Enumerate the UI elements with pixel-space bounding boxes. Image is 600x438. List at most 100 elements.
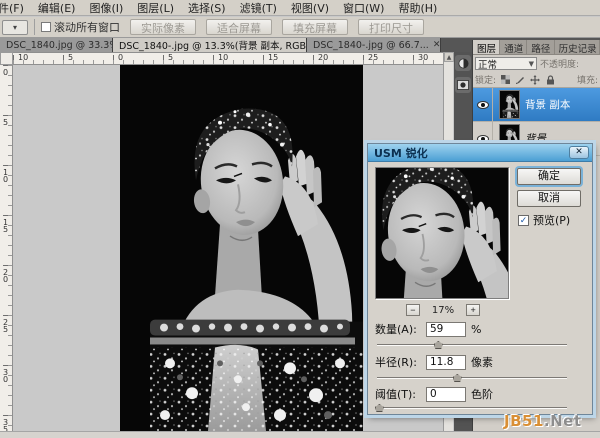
fill-screen-button[interactable]: 填充屏幕 — [282, 19, 348, 35]
fill-label: 填充: — [576, 76, 598, 86]
menu-item-file[interactable]: 件(F) — [0, 0, 31, 15]
separator — [34, 19, 35, 35]
document-photo[interactable] — [120, 65, 363, 431]
menu-item-filter[interactable]: 滤镜(T) — [233, 0, 284, 15]
slider-track — [377, 407, 567, 408]
horizontal-scrollbar[interactable] — [0, 431, 600, 438]
lock-transparency-icon[interactable] — [499, 74, 511, 86]
ruler-label: 30 — [1, 368, 10, 382]
fit-screen-button[interactable]: 适合屏幕 — [206, 19, 272, 35]
scroll-up-icon[interactable]: ▲ — [444, 52, 454, 62]
filter-preview[interactable] — [375, 167, 509, 299]
watermark: JB51.Net — [504, 412, 582, 430]
lock-position-icon[interactable] — [529, 74, 541, 86]
portrait-image — [120, 65, 363, 431]
ruler-label: 30 — [418, 53, 429, 62]
zoom-level-value: 17% — [431, 304, 455, 316]
menu-item-select[interactable]: 选择(S) — [181, 0, 233, 15]
menu-item-layer[interactable]: 图层(L) — [130, 0, 181, 15]
lock-row: 锁定: 填充: — [473, 72, 600, 88]
ruler-label: 25 — [368, 53, 379, 62]
tab-channels[interactable]: 通道 — [500, 40, 528, 54]
threshold-label: 阈值(T): — [375, 388, 417, 401]
blend-mode-value: 正常 — [478, 59, 498, 71]
tool-preset-dropdown[interactable]: ▾ — [2, 19, 28, 35]
radius-unit: 像素 — [471, 356, 493, 369]
watermark-jb51: JB51 — [504, 412, 544, 430]
threshold-field-row: 阈值(T): 色阶 — [375, 386, 493, 402]
menu-item-edit[interactable]: 编辑(E) — [31, 0, 83, 15]
amount-label: 数量(A): — [375, 323, 417, 336]
options-bar: ▾ 滚动所有窗口 实际像素 适合屏幕 填充屏幕 打印尺寸 — [0, 17, 600, 38]
zoom-out-button[interactable]: − — [405, 304, 420, 316]
document-tab-3[interactable]: DSC_1840-.jpg @ 66.7... ✕ — [307, 38, 441, 52]
ruler-label: 15 — [268, 53, 279, 62]
blend-mode-row: 正常 ▼ 不透明度: — [473, 55, 600, 72]
menu-item-help[interactable]: 帮助(H) — [391, 0, 444, 15]
preview-option[interactable]: ✓ 预览(P) — [518, 212, 570, 228]
document-tab-2-label: DSC_1840-.jpg @ 13.3%(背景 副本, RGB/8) * — [119, 41, 307, 52]
actual-pixels-button[interactable]: 实际像素 — [130, 19, 196, 35]
dialog-title-bar[interactable]: USM 锐化 ✕ — [368, 144, 592, 162]
tab-layers[interactable]: 图层 — [473, 40, 501, 54]
masks-panel-icon[interactable] — [455, 77, 471, 93]
menu-item-view[interactable]: 视图(V) — [284, 0, 336, 15]
layer-thumbnail[interactable] — [499, 90, 520, 119]
lock-all-icon[interactable] — [544, 74, 556, 86]
mask-icon — [457, 80, 469, 90]
tab-paths[interactable]: 路径 — [527, 40, 555, 54]
visibility-toggle[interactable] — [473, 87, 493, 122]
ruler-label: 35 — [1, 418, 10, 431]
radius-field-row: 半径(R): 像素 — [375, 354, 493, 370]
ruler-label: 25 — [1, 318, 10, 332]
usm-sharpen-dialog: USM 锐化 ✕ − 17% + 确定 取消 ✓ 预览(P) 数量(A): % … — [367, 143, 593, 415]
slider-thumb[interactable] — [433, 341, 443, 349]
radius-slider[interactable] — [377, 373, 567, 383]
slider-track — [377, 344, 567, 345]
document-tab-2-active[interactable]: DSC_1840-.jpg @ 13.3%(背景 副本, RGB/8) * ✕ — [113, 38, 307, 52]
close-tab-icon[interactable]: ✕ — [433, 40, 440, 50]
ruler-label: 10 — [18, 53, 29, 62]
dialog-close-button[interactable]: ✕ — [569, 146, 589, 159]
lock-pixels-icon[interactable] — [514, 74, 526, 86]
adjustments-panel-icon[interactable] — [455, 55, 471, 71]
ruler-label: 0 — [118, 53, 124, 62]
ruler-label: 0 — [1, 68, 10, 75]
document-tab-1[interactable]: DSC_1840.jpg @ 33.3% ✕ — [0, 38, 113, 52]
threshold-input[interactable] — [426, 386, 466, 402]
scroll-all-windows-label: 滚动所有窗口 — [54, 21, 120, 34]
ruler-label: 5 — [1, 118, 10, 125]
menu-item-image[interactable]: 图像(I) — [82, 0, 130, 15]
amount-unit: % — [471, 322, 482, 336]
ruler-corner — [0, 52, 13, 65]
ruler-label: 20 — [318, 53, 329, 62]
eye-icon — [476, 134, 489, 143]
slider-thumb[interactable] — [452, 374, 462, 382]
cancel-button[interactable]: 取消 — [517, 190, 581, 207]
zoom-in-button[interactable]: + — [466, 304, 481, 316]
threshold-unit: 色阶 — [471, 388, 493, 401]
ruler-label: 15 — [1, 218, 10, 232]
amount-input[interactable] — [426, 321, 466, 337]
eye-icon — [476, 100, 489, 109]
layer-name[interactable]: 背景 副本 — [525, 97, 570, 112]
horizontal-ruler: 10 5 0 5 10 15 20 25 30 — [13, 52, 443, 65]
chevron-down-icon: ▼ — [528, 59, 534, 68]
print-size-button[interactable]: 打印尺寸 — [358, 19, 424, 35]
radius-input[interactable] — [426, 354, 466, 370]
ruler-label: 5 — [168, 53, 174, 62]
ruler-label: 20 — [1, 268, 10, 282]
menu-item-window[interactable]: 窗口(W) — [336, 0, 391, 15]
preview-checkbox-label: 预览(P) — [533, 214, 571, 227]
preview-checkbox[interactable]: ✓ — [518, 214, 529, 226]
document-tab-3-label: DSC_1840-.jpg @ 66.7... — [313, 39, 429, 51]
layer-row-background-copy[interactable]: 背景 副本 — [473, 87, 600, 122]
scroll-all-windows-option[interactable]: 滚动所有窗口 — [41, 19, 120, 35]
tab-history[interactable]: 历史记录 — [555, 40, 600, 54]
scroll-all-windows-checkbox[interactable] — [41, 22, 51, 32]
menu-bar: 件(F) 编辑(E) 图像(I) 图层(L) 选择(S) 滤镜(T) 视图(V)… — [0, 0, 600, 16]
slider-thumb[interactable] — [374, 404, 384, 412]
ok-button[interactable]: 确定 — [517, 168, 581, 185]
amount-slider[interactable] — [377, 340, 567, 350]
blend-mode-select[interactable]: 正常 ▼ — [475, 57, 537, 71]
